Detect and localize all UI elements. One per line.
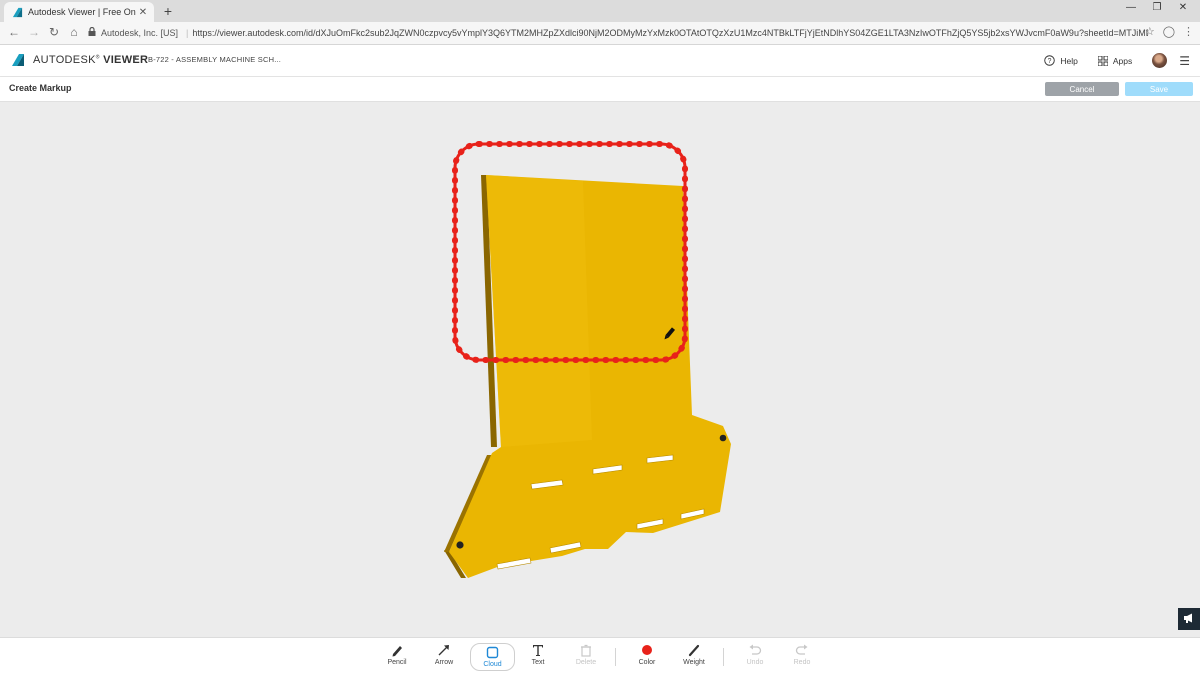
back-icon[interactable]: ← bbox=[6, 25, 22, 39]
help-button[interactable]: ? Help bbox=[1044, 55, 1078, 66]
app-header: AUTODESK® VIEWER › B-722 - ASSEMBLY MACH… bbox=[0, 45, 1200, 77]
apps-grid-icon bbox=[1097, 55, 1108, 66]
text-icon bbox=[531, 642, 545, 658]
profile-circle-icon[interactable]: ◯ bbox=[1163, 25, 1175, 38]
model-canvas[interactable] bbox=[0, 102, 1200, 637]
autodesk-logo-icon[interactable] bbox=[11, 53, 25, 67]
undo-icon bbox=[748, 642, 762, 658]
weight-icon bbox=[687, 642, 701, 658]
cloud-icon bbox=[486, 644, 499, 660]
address-bar: ← → ↻ ⌂ Autodesk, Inc. [US] | https://vi… bbox=[0, 22, 1200, 45]
tool-delete[interactable]: Delete bbox=[566, 642, 606, 672]
model-viewport[interactable] bbox=[0, 102, 1200, 637]
yellow-part[interactable] bbox=[444, 175, 731, 578]
tool-arrow[interactable]: Arrow bbox=[424, 642, 464, 672]
apps-button[interactable]: Apps bbox=[1097, 55, 1132, 66]
color-dot-icon bbox=[641, 642, 653, 658]
browser-tab-strip: Autodesk Viewer | Free Online Fil ✕ + — … bbox=[0, 0, 1200, 22]
markup-toolbar: Pencil Arrow Cloud Text Delete Color Wei… bbox=[0, 637, 1200, 676]
breadcrumb-file-name[interactable]: B-722 - ASSEMBLY MACHINE SCH... bbox=[148, 55, 281, 64]
markup-title: Create Markup bbox=[9, 83, 72, 93]
trash-icon bbox=[580, 642, 592, 658]
toolbar-divider bbox=[723, 648, 724, 666]
cancel-button[interactable]: Cancel bbox=[1045, 82, 1119, 96]
tool-color[interactable]: Color bbox=[627, 642, 667, 672]
redo-icon bbox=[795, 642, 809, 658]
url-field[interactable]: Autodesk, Inc. [US] | https://viewer.aut… bbox=[88, 24, 1148, 41]
window-controls: — ❐ ✕ bbox=[1118, 2, 1196, 13]
tool-weight[interactable]: Weight bbox=[674, 642, 714, 672]
hamburger-menu-icon[interactable]: ☰ bbox=[1179, 54, 1190, 68]
toolbar-divider bbox=[615, 648, 616, 666]
minimize-icon[interactable]: — bbox=[1118, 2, 1144, 13]
tool-cloud[interactable]: Cloud bbox=[470, 643, 515, 671]
chevron-right-icon: › bbox=[133, 52, 137, 64]
home-icon[interactable]: ⌂ bbox=[66, 25, 82, 39]
megaphone-icon bbox=[1183, 610, 1195, 628]
brand-name: AUTODESK® VIEWER bbox=[33, 54, 149, 66]
lock-icon bbox=[88, 26, 96, 38]
save-button[interactable]: Save bbox=[1125, 82, 1193, 96]
user-avatar[interactable] bbox=[1152, 53, 1168, 68]
reload-icon[interactable]: ↻ bbox=[46, 25, 62, 39]
svg-text:?: ? bbox=[1048, 58, 1052, 65]
restore-icon[interactable]: ❐ bbox=[1144, 2, 1170, 13]
menu-kebab-icon[interactable]: ⋮ bbox=[1183, 25, 1194, 38]
tool-pencil[interactable]: Pencil bbox=[377, 642, 417, 672]
bookmark-star-icon[interactable]: ☆ bbox=[1145, 25, 1155, 38]
help-icon: ? bbox=[1044, 55, 1056, 66]
pencil-icon bbox=[390, 642, 404, 658]
feedback-button[interactable] bbox=[1178, 608, 1200, 630]
browser-tab[interactable]: Autodesk Viewer | Free Online Fil ✕ bbox=[4, 2, 154, 22]
address-bar-actions: ☆ ◯ ⋮ bbox=[1145, 25, 1194, 38]
tool-redo[interactable]: Redo bbox=[782, 642, 822, 672]
markup-bar: Create Markup Cancel Save bbox=[0, 77, 1200, 102]
forward-icon[interactable]: → bbox=[26, 25, 42, 39]
tool-undo[interactable]: Undo bbox=[735, 642, 775, 672]
browser-tab-title: Autodesk Viewer | Free Online Fil bbox=[28, 7, 136, 17]
tool-text[interactable]: Text bbox=[518, 642, 558, 672]
arrow-icon bbox=[437, 642, 451, 658]
url-organization: Autodesk, Inc. [US] bbox=[101, 27, 179, 38]
close-window-icon[interactable]: ✕ bbox=[1170, 2, 1196, 13]
close-tab-icon[interactable]: ✕ bbox=[136, 7, 150, 18]
new-tab-icon[interactable]: + bbox=[160, 3, 176, 19]
autodesk-favicon-icon bbox=[11, 6, 23, 18]
url-text: https://viewer.autodesk.com/id/dXJuOmFkc… bbox=[192, 27, 1148, 38]
